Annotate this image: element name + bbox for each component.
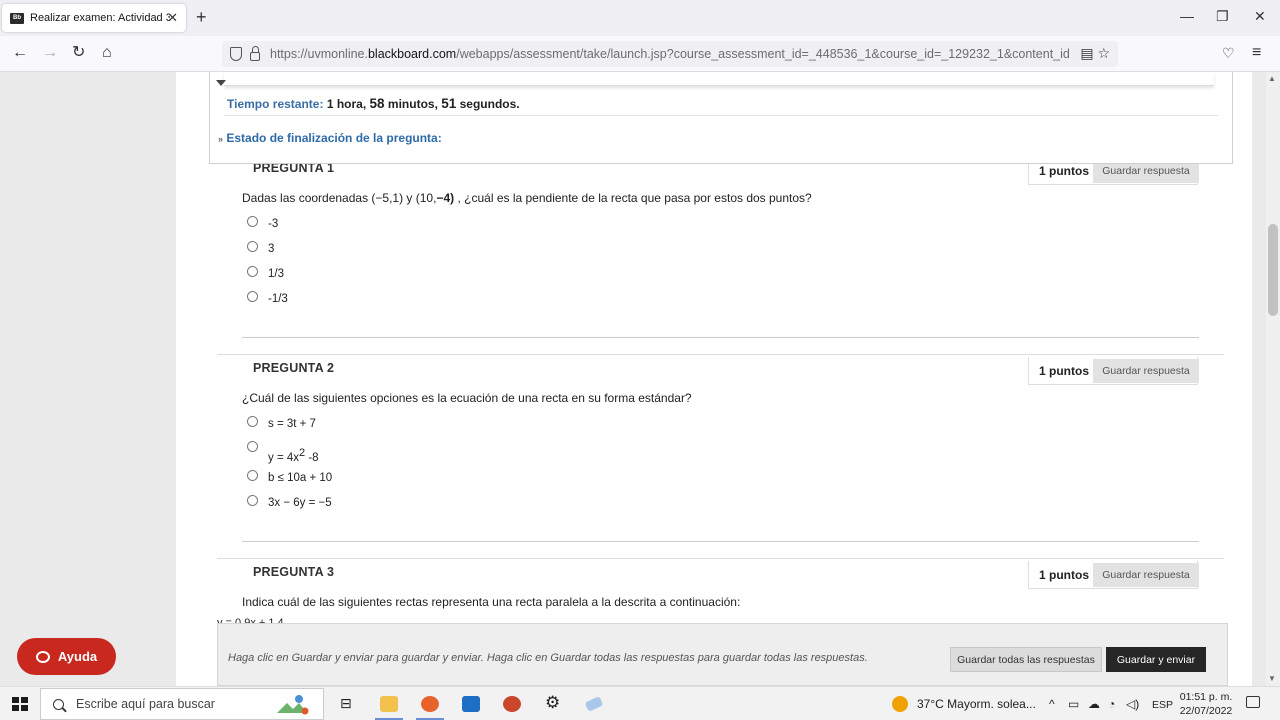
scroll-thumb[interactable] [1268,224,1278,316]
question-points: 1 puntos [1039,164,1089,178]
notification-icon[interactable] [1246,696,1260,708]
answer-option[interactable]: 3x − 6y = −5 [247,495,332,509]
browser-tab-bar: Bb Realizar examen: Actividad 3. A ✕ + —… [0,0,1280,36]
pocket-icon[interactable]: ♡ [1222,44,1235,62]
browser-tab[interactable]: Bb Realizar examen: Actividad 3. A ✕ [2,4,186,32]
restore-icon[interactable]: ❐ [1216,8,1229,25]
menu-icon[interactable]: ≡ [1252,44,1261,62]
answer-option[interactable]: s = 3t + 7 [247,416,316,430]
points-box: 1 puntos Guardar respuesta [1028,561,1199,589]
reader-view-icon[interactable]: ▤ ☆ [1080,45,1110,62]
search-highlight-icon [277,695,309,715]
weather-text[interactable]: 37°C Mayorm. solea... [917,697,1036,711]
question-text: Indica cuál de las siguientes rectas rep… [242,595,741,609]
home-icon[interactable]: ⌂ [102,44,112,62]
question-header: PREGUNTA 3 1 puntos Guardar respuesta [217,558,1224,590]
answer-option[interactable]: -3 [247,216,278,230]
task-view-icon[interactable]: ⊟ [340,695,352,712]
save-and-submit-button[interactable]: Guardar y enviar [1106,647,1206,672]
timer-divider [224,115,1218,116]
completion-status-toggle[interactable]: » Estado de finalización de la pregunta: [218,131,442,145]
answer-option[interactable]: y = 4x2 -8 [247,441,319,464]
answer-option[interactable]: b ≤ 10a + 10 [247,470,332,484]
assessment-content: PREGUNTA 1 1 puntos Guardar respuesta Da… [176,72,1252,686]
tracking-shield-icon[interactable] [230,47,242,61]
reload-icon[interactable]: ↻ [72,44,85,62]
save-answer-button[interactable]: Guardar respuesta [1093,359,1199,383]
question-1: PREGUNTA 1 1 puntos Guardar respuesta Da… [217,154,1224,344]
question-title: PREGUNTA 3 [253,565,335,579]
answer-option[interactable]: 3 [247,241,274,255]
question-2: PREGUNTA 2 1 puntos Guardar respuesta ¿C… [217,354,1224,554]
collapse-triangle-icon[interactable] [216,80,226,86]
url-text: https://uvmonline.blackboard.com/webapps… [270,47,1070,61]
tab-title: Realizar examen: Actividad 3. A [30,12,170,24]
address-bar[interactable]: https://uvmonline.blackboard.com/webapps… [222,41,1118,67]
submit-bar: Haga clic en Guardar y enviar para guard… [217,623,1228,686]
chevron-down-icon: » [218,134,224,144]
page-background: PREGUNTA 1 1 puntos Guardar respuesta Da… [0,72,1266,686]
question-separator [242,541,1199,542]
minimize-icon[interactable]: — [1180,8,1194,24]
language-indicator[interactable]: ESP [1152,699,1173,711]
battery-icon[interactable]: ▭ [1068,697,1079,711]
question-points: 1 puntos [1039,568,1089,582]
firefox-icon[interactable] [421,696,439,712]
timer-panel: Tiempo restante: 1 hora, 58 minutos, 51 … [209,72,1233,164]
scroll-down-icon[interactable]: ▼ [1268,674,1276,683]
taskbar-clock[interactable]: 01:51 p. m. 22/07/2022 [1176,690,1236,718]
question-text: Dadas las coordenadas (−5,1) y (10,−4) ,… [242,191,812,205]
time-remaining: Tiempo restante: 1 hora, 58 minutos, 51 … [227,96,520,111]
powerpoint-icon[interactable] [503,696,521,712]
outlook-icon[interactable] [462,696,480,712]
question-title: PREGUNTA 2 [253,361,335,375]
radio-button[interactable] [247,241,258,252]
question-points: 1 puntos [1039,364,1089,378]
submit-hint: Haga clic en Guardar y enviar para guard… [228,652,868,664]
radio-button[interactable] [247,291,258,302]
radio-button[interactable] [247,216,258,227]
panel-shadow [224,72,1214,86]
scroll-up-icon[interactable]: ▲ [1268,74,1276,83]
radio-button[interactable] [247,266,258,277]
save-answer-button[interactable]: Guardar respuesta [1093,563,1199,587]
lock-icon[interactable] [250,45,260,61]
question-separator [242,337,1199,338]
cloud-icon[interactable]: ☁ [1088,697,1100,711]
tray-overflow-icon[interactable]: ^ [1049,697,1055,711]
close-window-icon[interactable]: ✕ [1254,8,1266,25]
windows-taskbar: Escribe aquí para buscar ⊟ ⚙ 37°C Mayorm… [0,686,1280,720]
answer-option[interactable]: -1/3 [247,291,288,305]
volume-icon[interactable]: ◁) [1126,697,1139,711]
back-arrow-icon[interactable]: ← [12,44,28,62]
close-tab-icon[interactable]: ✕ [167,10,178,26]
radio-button[interactable] [247,470,258,481]
forward-arrow-icon[interactable]: → [42,44,58,62]
radio-button[interactable] [247,495,258,506]
help-button[interactable]: Ayuda [17,638,116,675]
radio-button[interactable] [247,441,258,452]
search-icon [53,698,64,710]
radio-button[interactable] [247,416,258,427]
points-box: 1 puntos Guardar respuesta [1028,357,1199,385]
wifi-icon[interactable]: ◔ [1108,697,1115,711]
file-explorer-icon[interactable] [380,696,398,712]
new-tab-icon[interactable]: + [196,8,207,26]
question-header: PREGUNTA 2 1 puntos Guardar respuesta [217,354,1224,386]
settings-gear-icon[interactable]: ⚙ [545,693,560,713]
question-3: PREGUNTA 3 1 puntos Guardar respuesta In… [217,558,1224,628]
browser-nav-bar: ← → ↻ ⌂ https://uvmonline.blackboard.com… [0,36,1280,72]
chat-bubble-icon [35,650,50,663]
question-text: ¿Cuál de las siguientes opciones es la e… [242,391,692,405]
blackboard-favicon-icon: Bb [10,12,24,24]
snipping-tool-icon[interactable] [584,696,604,712]
save-all-answers-button[interactable]: Guardar todas las respuestas [950,647,1102,672]
page-scrollbar[interactable]: ▲ ▼ [1266,72,1280,686]
taskbar-search[interactable]: Escribe aquí para buscar [40,688,324,720]
windows-start-icon[interactable] [12,697,28,711]
answer-option[interactable]: 1/3 [247,266,284,280]
weather-sun-icon[interactable] [892,696,908,712]
